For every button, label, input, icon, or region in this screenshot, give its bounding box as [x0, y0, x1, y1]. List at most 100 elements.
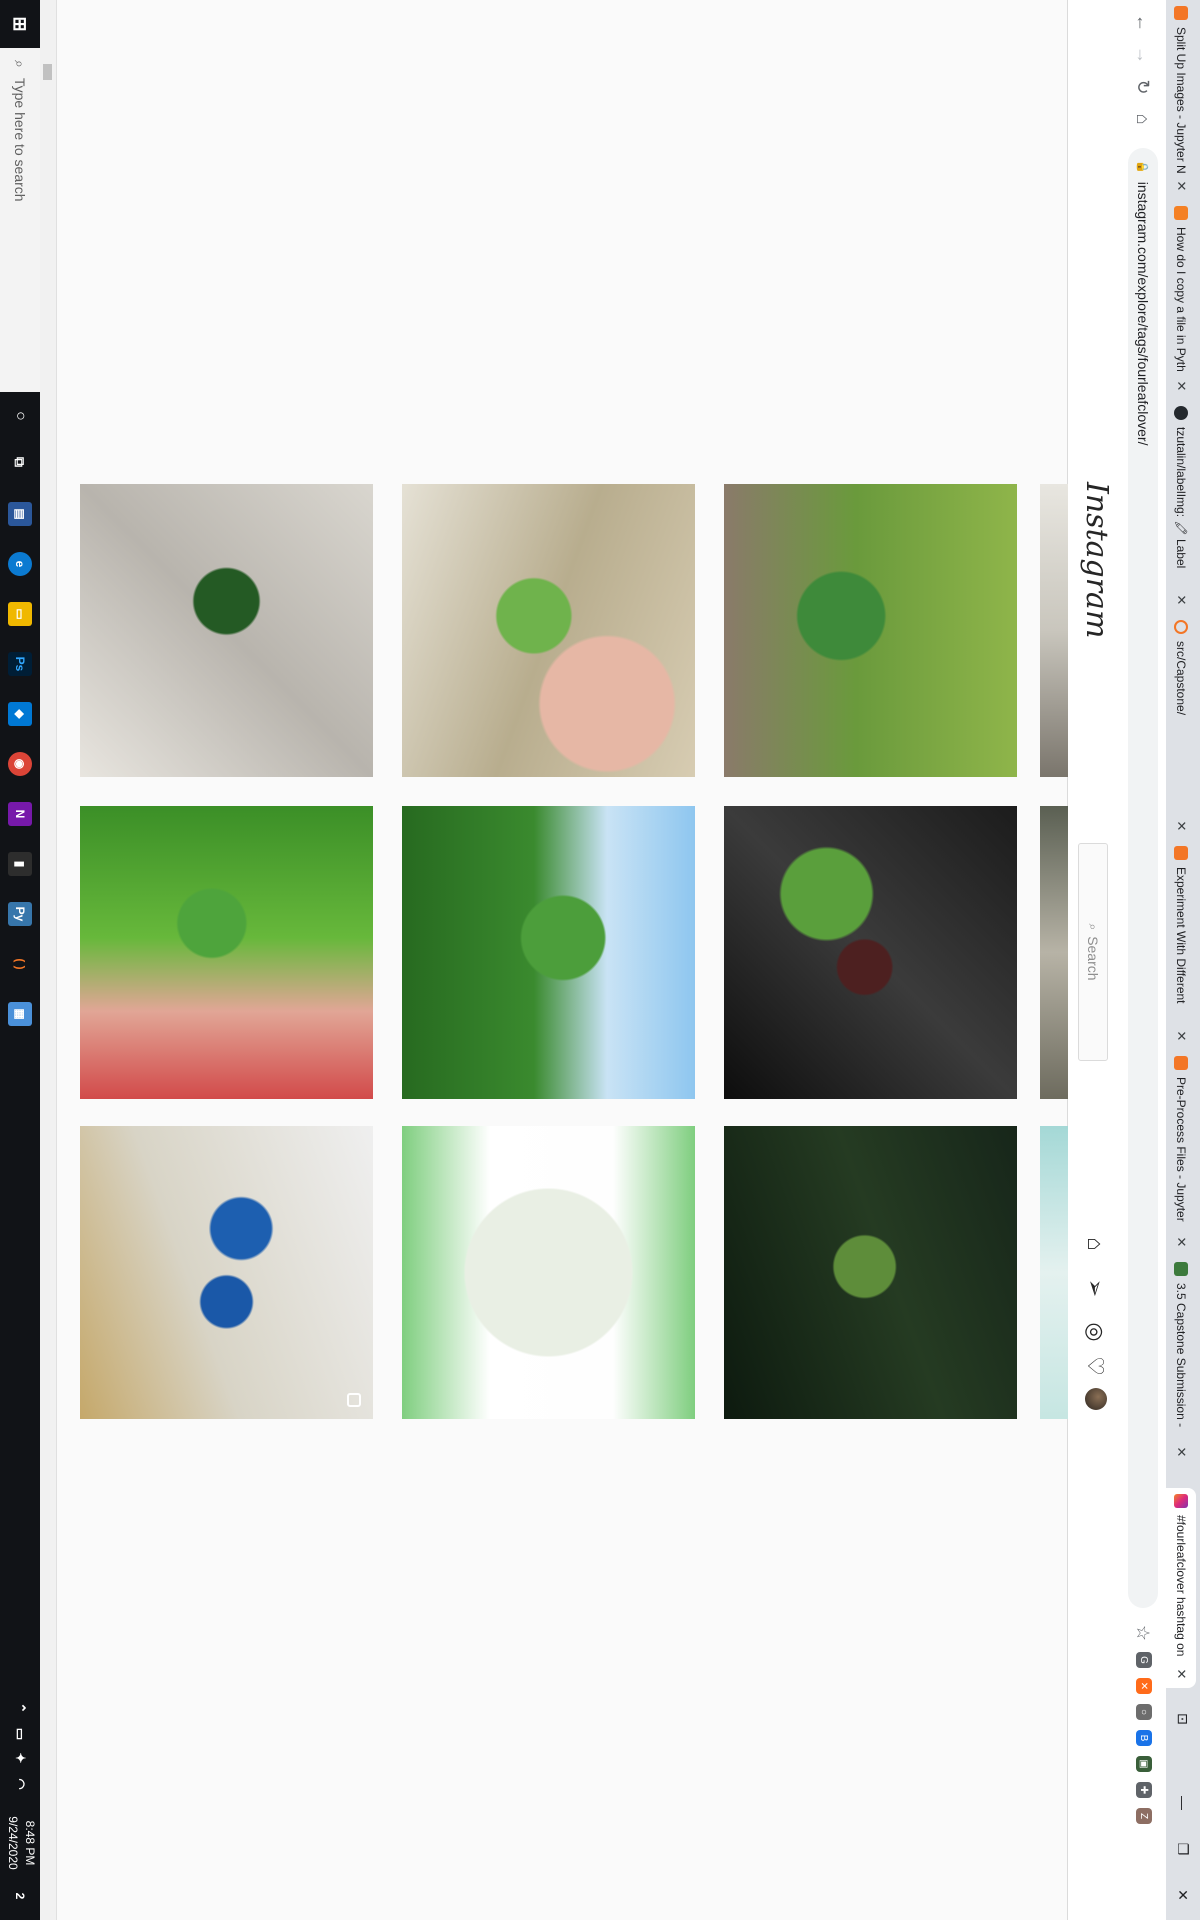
- python-icon[interactable]: Py: [8, 902, 32, 926]
- close-tab-icon[interactable]: ✕: [1173, 1028, 1189, 1044]
- address-bar[interactable]: 🔒 instagram.com/explore/tags/fourleafclo…: [1128, 148, 1158, 1608]
- post-tile-partial[interactable]: [1040, 1126, 1068, 1419]
- taskbar-clock[interactable]: 8:48 PM 9/24/2020: [2, 1808, 38, 1878]
- jupyter-icon[interactable]: ( ): [8, 952, 32, 976]
- post-tile-dark-clover[interactable]: [724, 1126, 1017, 1419]
- direct-message-icon[interactable]: ➢: [1083, 1276, 1108, 1300]
- g-extension-icon[interactable]: G: [1136, 1652, 1152, 1668]
- close-window-icon[interactable]: ✕: [1166, 1872, 1200, 1918]
- stackoverflow-favicon-icon: [1174, 206, 1188, 220]
- post-tile-blue-charms[interactable]: [80, 1126, 373, 1419]
- notification-center-icon[interactable]: 2: [8, 1884, 32, 1908]
- github-favicon-icon: [1174, 406, 1188, 420]
- post-tile-red-nails-clover[interactable]: [80, 806, 373, 1099]
- profile-avatar[interactable]: [1085, 1388, 1107, 1410]
- post-tile-partial[interactable]: [1040, 484, 1068, 777]
- close-tab-icon[interactable]: ✕: [1173, 818, 1189, 834]
- activity-heart-icon[interactable]: ♡: [1083, 1354, 1108, 1378]
- search-placeholder: Search: [1085, 936, 1101, 981]
- minimize-icon[interactable]: —: [1166, 1780, 1200, 1826]
- puzzle-extension-icon[interactable]: ✚: [1136, 1782, 1152, 1798]
- close-tab-icon[interactable]: ✕: [1173, 592, 1189, 608]
- cortana-icon[interactable]: ○: [8, 404, 32, 428]
- instagram-search-input[interactable]: ⌕ Search: [1078, 843, 1108, 1061]
- forward-arrow-icon[interactable]: →: [1130, 42, 1156, 68]
- post-tile-clover-ring[interactable]: [402, 484, 695, 777]
- bookmark-star-icon[interactable]: ☆: [1130, 1620, 1156, 1646]
- tab-labelimg[interactable]: tzutalin/labelImg: 🖍 Label ✕: [1166, 400, 1196, 614]
- tab-experiment[interactable]: Experiment With Different ✕: [1166, 840, 1196, 1050]
- tab-copy-file-python[interactable]: How do I copy a file in Pyth ✕: [1166, 200, 1196, 400]
- green-extension-icon[interactable]: ▣: [1136, 1756, 1152, 1772]
- tab-title: 3.5 Capstone Submission -: [1174, 1283, 1188, 1428]
- tab-title: tzutalin/labelImg: 🖍 Label: [1174, 427, 1188, 569]
- instagram-favicon-icon: [1174, 1494, 1188, 1508]
- circle-extension-icon[interactable]: ○: [1136, 1704, 1152, 1720]
- app-store-icon[interactable]: ▤: [8, 502, 32, 526]
- show-hidden-icons-chevron-icon[interactable]: ⌃: [8, 1696, 32, 1720]
- tab-search-icon[interactable]: ⊡: [1166, 1696, 1200, 1742]
- clock-time: 8:48 PM: [23, 1820, 37, 1866]
- tab-split-up-images[interactable]: Split Up Images - Jupyter N ✕: [1166, 0, 1196, 200]
- clock-date: 9/24/2020: [6, 1816, 20, 1870]
- scrollbar-thumb[interactable]: [43, 64, 52, 80]
- tab-title: Split Up Images - Jupyter N: [1174, 27, 1188, 174]
- browser-tab-strip: Split Up Images - Jupyter N ✕ How do I c…: [1166, 0, 1200, 1920]
- instagram-header: Instagram ⌕ Search ⌂ ➢ ◎ ♡: [1067, 0, 1122, 1920]
- tab-pre-process[interactable]: Pre-Process Files - Jupyter ✕: [1166, 1050, 1196, 1256]
- address-bar-url: instagram.com/explore/tags/fourleafclove…: [1135, 181, 1151, 446]
- jupyter-favicon-icon: [1174, 620, 1188, 634]
- course-favicon-icon: [1174, 1262, 1188, 1276]
- tab-title: How do I copy a file in Pyth: [1174, 227, 1188, 372]
- home-icon[interactable]: ⌂: [1130, 106, 1156, 132]
- azure-icon[interactable]: ◆: [8, 702, 32, 726]
- close-tab-icon[interactable]: ✕: [1173, 1666, 1189, 1682]
- windows-start-icon[interactable]: ⊞: [8, 12, 32, 36]
- close-tab-icon[interactable]: ✕: [1173, 1234, 1189, 1250]
- taskbar-search-input[interactable]: ⌕ Type here to search: [0, 48, 40, 392]
- back-arrow-icon[interactable]: ←: [1130, 10, 1156, 36]
- restore-icon[interactable]: ❐: [1166, 1826, 1200, 1872]
- profile-icon[interactable]: Z: [1136, 1808, 1152, 1824]
- notification-count: 2: [13, 1892, 27, 1900]
- post-tile-clover-challenge[interactable]: [402, 1126, 695, 1419]
- lock-icon: 🔒: [1136, 160, 1149, 174]
- task-view-icon[interactable]: ⧉: [8, 450, 32, 474]
- tab-capstone-submission[interactable]: 3.5 Capstone Submission - ✕: [1166, 1256, 1196, 1466]
- explore-compass-icon[interactable]: ◎: [1083, 1320, 1108, 1344]
- close-tab-icon[interactable]: ✕: [1173, 378, 1189, 394]
- chrome-browser-icon[interactable]: ◉: [8, 752, 32, 776]
- photoshop-icon[interactable]: Ps: [8, 652, 32, 676]
- edge-browser-icon[interactable]: e: [8, 552, 32, 576]
- file-explorer-icon[interactable]: ▭: [8, 602, 32, 626]
- post-tile-glass-clover[interactable]: [724, 806, 1017, 1099]
- reload-icon[interactable]: ↻: [1130, 74, 1156, 100]
- calculator-icon[interactable]: ▦: [8, 1002, 32, 1026]
- home-icon[interactable]: ⌂: [1083, 1232, 1108, 1256]
- tab-title: #fourleafclover hashtag on: [1174, 1515, 1188, 1657]
- tab-title: Pre-Process Files - Jupyter: [1174, 1077, 1188, 1222]
- search-icon: ⌕: [12, 60, 29, 68]
- terminal-icon[interactable]: ▮: [8, 852, 32, 876]
- tab-instagram-fourleafclover[interactable]: #fourleafclover hashtag on ✕: [1166, 1488, 1196, 1688]
- instagram-logo[interactable]: Instagram: [1079, 482, 1114, 638]
- onenote-icon[interactable]: N: [8, 802, 32, 826]
- dropbox-icon[interactable]: ✦: [8, 1746, 32, 1770]
- close-tab-icon[interactable]: ✕: [1173, 178, 1189, 194]
- taskbar-search-placeholder: Type here to search: [12, 77, 28, 202]
- tab-src-capstone[interactable]: src/Capstone/ ✕: [1166, 614, 1196, 840]
- tab-title: Experiment With Different: [1174, 867, 1188, 1004]
- page-scrollbar[interactable]: [39, 0, 57, 1920]
- post-tile-partial[interactable]: [1040, 806, 1068, 1099]
- wifi-icon[interactable]: ◠: [8, 1772, 32, 1796]
- x-extension-icon[interactable]: ✕: [1136, 1678, 1152, 1694]
- post-tile-hand-clover-grass[interactable]: [724, 484, 1017, 777]
- jupyter-favicon-icon: [1174, 6, 1188, 20]
- jupyter-favicon-icon: [1174, 1056, 1188, 1070]
- post-tile-clover-sky[interactable]: [402, 806, 695, 1099]
- carousel-badge-icon: [347, 1393, 361, 1407]
- battery-icon[interactable]: ▭: [8, 1722, 32, 1746]
- post-tile-clover-concrete[interactable]: [80, 484, 373, 777]
- b-extension-icon[interactable]: B: [1136, 1730, 1152, 1746]
- close-tab-icon[interactable]: ✕: [1173, 1444, 1189, 1460]
